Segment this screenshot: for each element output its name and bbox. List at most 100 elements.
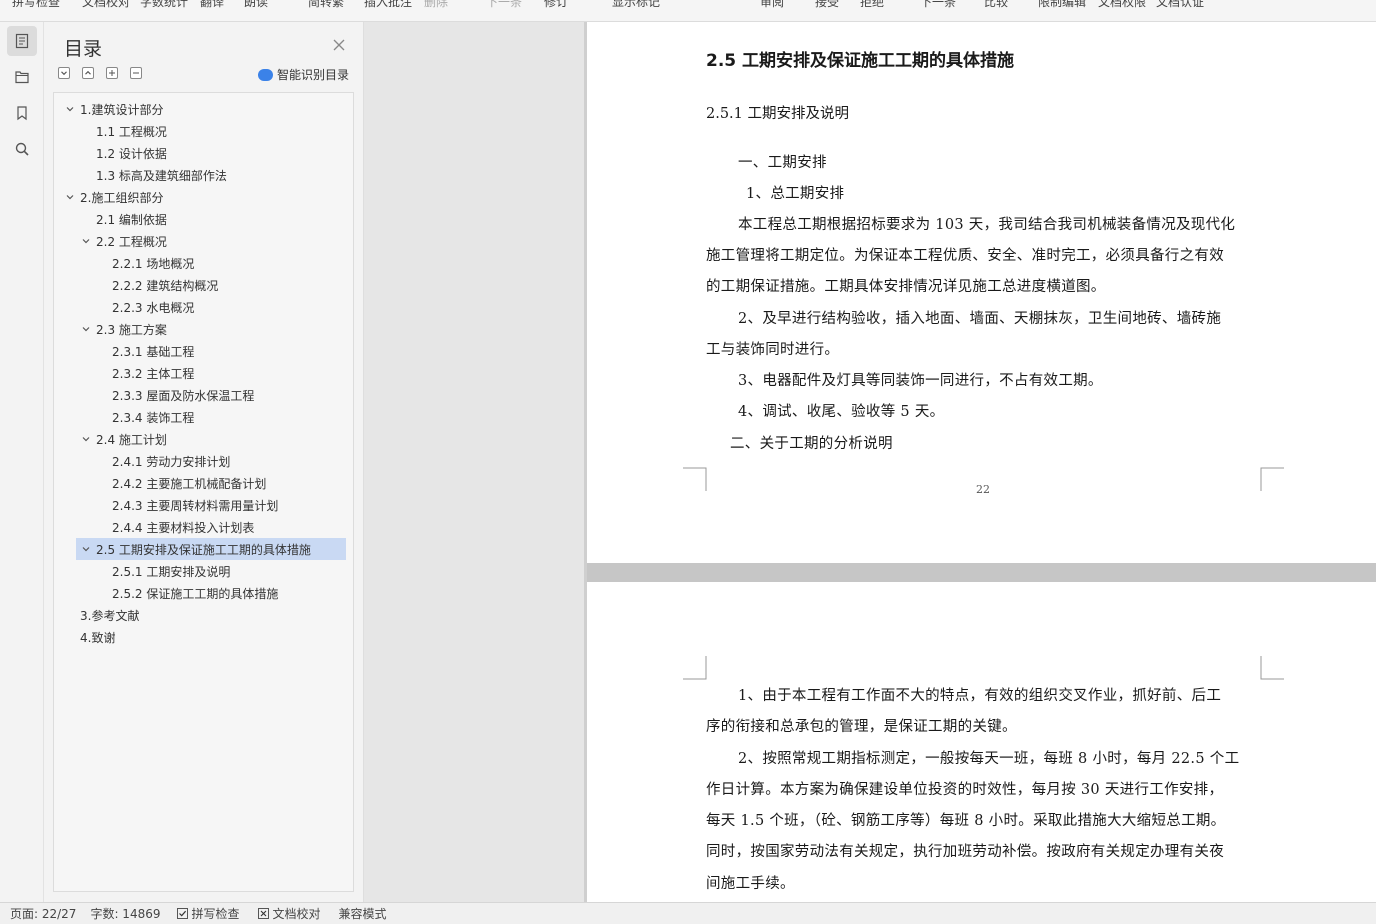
toc-item[interactable]: 2.4.4 主要材料投入计划表 [54, 516, 322, 538]
toc-item[interactable]: 1.2 设计依据 [54, 142, 322, 164]
simplified-to-traditional-tool[interactable]: 简转繁 [308, 0, 344, 10]
toc-item-spacer [96, 521, 108, 533]
word-count[interactable]: 字数: 14869 [90, 905, 160, 922]
toc-item-label: 1.3 标高及建筑细部作法 [96, 168, 227, 183]
toc-item[interactable]: 2.5 工期安排及保证施工工期的具体措施 [76, 538, 346, 560]
toc-item[interactable]: 1.建筑设计部分 [54, 98, 322, 120]
toc-item-label: 2.2.1 场地概况 [112, 256, 195, 271]
toc-item[interactable]: 2.3.3 屋面及防水保温工程 [54, 384, 322, 406]
toc-item-spacer [96, 257, 108, 269]
checkbox-x-icon [257, 908, 269, 919]
add-heading-button[interactable] [106, 67, 118, 79]
toc-item[interactable]: 2.1 编制依据 [54, 208, 322, 230]
toc-item[interactable]: 3.参考文献 [54, 604, 322, 626]
next-change-tool[interactable]: 下一条 [920, 0, 956, 10]
toc-item-spacer [96, 345, 108, 357]
ai-robot-icon [258, 68, 273, 81]
document-permission-tool[interactable]: 文档权限 [1098, 0, 1146, 10]
toc-item[interactable]: 2.3.4 装饰工程 [54, 406, 322, 428]
toc-rail-button[interactable] [7, 26, 37, 56]
document-page-22[interactable]: 2.5 工期安排及保证施工工期的具体措施 2.5.1 工期安排及说明 一、工期安… [587, 22, 1376, 563]
expand-all-button[interactable] [82, 67, 94, 79]
reject-tool[interactable]: 拒绝 [860, 0, 884, 10]
toc-title: 目录 [64, 38, 103, 60]
restrict-editing-tool[interactable]: 限制编辑 [1038, 0, 1086, 10]
minus-icon [133, 72, 139, 74]
toc-item[interactable]: 2.2.1 场地概况 [54, 252, 322, 274]
proofread-tool[interactable]: 文档校对 [82, 0, 130, 10]
toc-item[interactable]: 2.2.3 水电概况 [54, 296, 322, 318]
read-aloud-tool[interactable]: 朗读 [244, 0, 268, 10]
proofread-toggle[interactable]: 文档校对 [257, 905, 321, 922]
toc-item-label: 2.4 施工计划 [96, 432, 167, 447]
document-workspace: 2.5 工期安排及保证施工工期的具体措施 2.5.1 工期安排及说明 一、工期安… [365, 22, 1376, 902]
crop-mark-icon [683, 467, 707, 491]
paragraph-line: 2、及早进行结构验收，插入地面、墙面、天棚抹灰，卫生间地砖、墙砖施 [738, 311, 1222, 327]
next-comment-tool[interactable]: 下一条 [486, 0, 522, 10]
toc-item[interactable]: 2.5.2 保证施工工期的具体措施 [54, 582, 322, 604]
delete-comment-tool[interactable]: 删除 [424, 0, 448, 10]
toc-item-label: 4.致谢 [80, 630, 116, 645]
close-icon[interactable] [332, 38, 346, 52]
track-changes-tool[interactable]: 修订 [544, 0, 568, 10]
document-outline-icon [15, 33, 29, 49]
toc-item[interactable]: 2.2.2 建筑结构概况 [54, 274, 322, 296]
search-rail-button[interactable] [7, 134, 37, 164]
chevron-down-icon[interactable] [80, 543, 92, 555]
nav-rail [0, 22, 44, 902]
search-icon [15, 142, 29, 156]
word-count-tool[interactable]: 字数统计 [140, 0, 188, 10]
toc-item-label: 2.5 工期安排及保证施工工期的具体措施 [96, 542, 311, 557]
chevron-down-icon[interactable] [64, 103, 76, 115]
toc-item[interactable]: 2.3.2 主体工程 [54, 362, 322, 384]
toc-item-label: 3.参考文献 [80, 608, 140, 623]
review-tool[interactable]: 审阅 [760, 0, 784, 10]
toc-item[interactable]: 2.4.2 主要施工机械配备计划 [54, 472, 322, 494]
toc-item[interactable]: 2.施工组织部分 [54, 186, 322, 208]
bookmark-rail-button[interactable] [7, 98, 37, 128]
toc-item-spacer [96, 499, 108, 511]
status-bar: 页面: 22/27 字数: 14869 拼写检查 文档校对 兼容模式 [0, 902, 1376, 924]
toc-item-label: 1.1 工程概况 [96, 124, 167, 139]
chapter-rail-button[interactable] [7, 62, 37, 92]
toc-item[interactable]: 4.致谢 [54, 626, 322, 648]
toc-item[interactable]: 2.5.1 工期安排及说明 [54, 560, 322, 582]
toc-item-label: 1.2 设计依据 [96, 146, 167, 161]
collapse-all-button[interactable] [58, 67, 70, 79]
toc-item[interactable]: 2.4.3 主要周转材料需用量计划 [54, 494, 322, 516]
toc-item-label: 2.2 工程概况 [96, 234, 167, 249]
accept-tool[interactable]: 接受 [815, 0, 839, 10]
page-indicator[interactable]: 页面: 22/27 [10, 905, 76, 922]
paragraph-line: 一、工期安排 [738, 155, 827, 171]
toc-item[interactable]: 2.2 工程概况 [54, 230, 322, 252]
spell-check-toggle[interactable]: 拼写检查 [176, 905, 240, 922]
chevron-down-icon[interactable] [64, 191, 76, 203]
chevron-down-icon[interactable] [80, 235, 92, 247]
toc-item-label: 2.2.2 建筑结构概况 [112, 278, 219, 293]
toc-panel: 目录 智能识别目录 1.建筑设计部分 1.1 工程概况 1.2 设计依据 1.3 标高… [44, 22, 364, 902]
show-markup-tool[interactable]: 显示标记 [612, 0, 660, 10]
paragraph-line: 间施工手续。 [706, 876, 795, 892]
page-gap [587, 563, 1376, 582]
toc-item[interactable]: 2.3.1 基础工程 [54, 340, 322, 362]
toc-item[interactable]: 2.3 施工方案 [54, 318, 322, 340]
toc-item-label: 2.3.2 主体工程 [112, 366, 195, 381]
toc-item-label: 2.3.1 基础工程 [112, 344, 195, 359]
paragraph-line: 同时，按国家劳动法有关规定，执行加班劳动补偿。按政府有关规定办理有关夜 [706, 844, 1224, 860]
toc-item[interactable]: 2.4 施工计划 [54, 428, 322, 450]
compare-tool[interactable]: 比较 [984, 0, 1008, 10]
insert-comment-tool[interactable]: 插入批注 [364, 0, 412, 10]
remove-heading-button[interactable] [130, 67, 142, 79]
smart-recognize-toc-button[interactable]: 智能识别目录 [258, 66, 349, 83]
compatibility-mode[interactable]: 兼容模式 [339, 905, 387, 922]
toc-item-label: 2.5.1 工期安排及说明 [112, 564, 231, 579]
chevron-down-icon[interactable] [80, 433, 92, 445]
translate-tool[interactable]: 翻译 [200, 0, 224, 10]
toc-item[interactable]: 1.1 工程概况 [54, 120, 322, 142]
toc-item[interactable]: 2.4.1 劳动力安排计划 [54, 450, 322, 472]
spell-check-tool[interactable]: 拼写检查 [12, 0, 60, 10]
document-page-23[interactable]: 1、由于本工程有工作面不大的特点，有效的组织交叉作业，抓好前、后工 序的衔接和总… [587, 582, 1376, 902]
chevron-down-icon[interactable] [80, 323, 92, 335]
document-certification-tool[interactable]: 文档认证 [1156, 0, 1204, 10]
toc-item[interactable]: 1.3 标高及建筑细部作法 [54, 164, 322, 186]
